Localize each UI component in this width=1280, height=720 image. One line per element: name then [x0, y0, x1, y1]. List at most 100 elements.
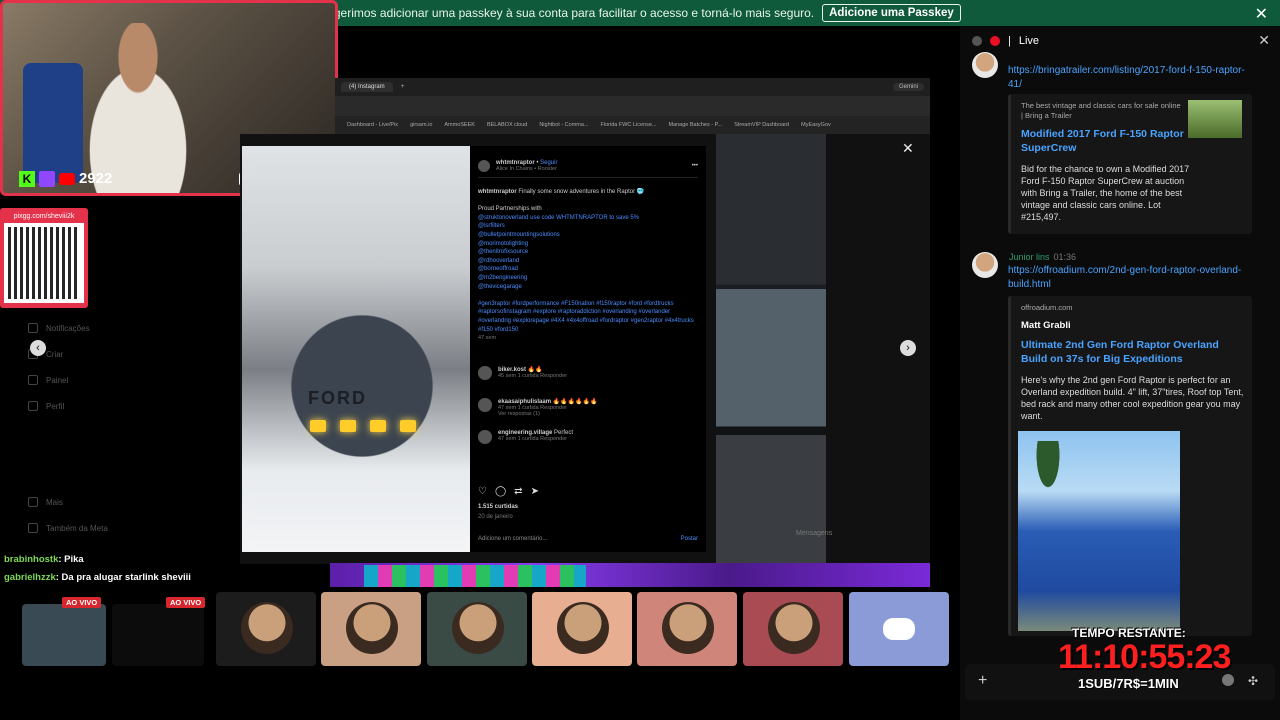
- embed-title[interactable]: Ultimate 2nd Gen Ford Raptor Overland Bu…: [1021, 338, 1247, 366]
- live-badge: AO VIVO: [166, 597, 206, 608]
- embed-image[interactable]: [1018, 431, 1180, 631]
- share-icon[interactable]: ➤: [531, 486, 539, 497]
- message-link[interactable]: https://bringatrailer.com/listing/2017-f…: [1008, 64, 1258, 92]
- bookmark[interactable]: StreamVIP Dashboard: [734, 122, 789, 128]
- comment: ekaasaiphulislaam 🔥🔥🔥🔥🔥🔥 47 sem 1 curtida…: [478, 398, 698, 424]
- post-panel: whtmtnraptor • Seguir Alice In Chains • …: [470, 146, 706, 552]
- chart-icon: [28, 375, 38, 385]
- screenshare-tile[interactable]: [22, 604, 106, 666]
- participant-tile[interactable]: [216, 592, 316, 666]
- partner-line[interactable]: @struktonoverland use code WHTMTNRAPTOR …: [478, 214, 698, 223]
- prev-arrow-icon[interactable]: ‹: [30, 340, 46, 356]
- participant-avatar: [662, 602, 714, 654]
- nav-more[interactable]: Mais: [28, 489, 168, 515]
- embed-thumbnail[interactable]: [1188, 100, 1242, 138]
- partner-line[interactable]: @thenitrofixsource: [478, 248, 698, 257]
- youtube-icon: [59, 172, 75, 185]
- nav-profile[interactable]: Perfil: [28, 393, 168, 419]
- avatar[interactable]: [972, 52, 998, 78]
- like-icon[interactable]: ♡: [478, 486, 487, 497]
- embed-title[interactable]: Modified 2017 Ford F-150 Raptor SuperCre…: [1021, 127, 1191, 155]
- truck-image: [272, 296, 452, 476]
- tab-instagram[interactable]: (4) Instagram: [341, 82, 393, 92]
- partner-line[interactable]: @m2bengineering: [478, 274, 698, 283]
- close-icon[interactable]: ✕: [1258, 32, 1270, 49]
- avatar[interactable]: [478, 430, 492, 444]
- avatar[interactable]: [478, 366, 492, 380]
- avatar[interactable]: [972, 252, 998, 278]
- post-photo[interactable]: FORD: [242, 146, 470, 552]
- participant-tile[interactable]: [532, 592, 632, 666]
- profile-icon: [28, 401, 38, 411]
- post-username[interactable]: whtmtnraptor: [496, 160, 535, 166]
- participant-tile[interactable]: [427, 592, 527, 666]
- participant-tile[interactable]: [637, 592, 737, 666]
- next-arrow-icon[interactable]: ›: [900, 340, 916, 356]
- participant-tile[interactable]: [321, 592, 421, 666]
- timer-rate: 1SUB/7R$=1MIN: [1078, 676, 1179, 691]
- instagram-sidenav: Notificações Criar Painel Perfil Mais Ta…: [28, 315, 168, 555]
- bookmark[interactable]: AmmoSEEK: [444, 122, 475, 128]
- close-icon[interactable]: ✕: [1255, 4, 1268, 24]
- comment: biker.kost 🔥🔥 45 sem 1 curtida Responder: [478, 366, 698, 392]
- comment-input[interactable]: Adicione um comentário...: [478, 536, 547, 542]
- qr-url: pixgg.com/sheviii2k: [13, 213, 75, 220]
- audio-label[interactable]: Alice In Chains • Rooster: [496, 166, 557, 172]
- live-dot-icon: [990, 36, 1000, 46]
- chat-line: brabinhostk: Pika: [4, 554, 84, 565]
- panel-header: | Live ✕: [960, 26, 1280, 56]
- streamer-figure: [63, 23, 213, 193]
- close-icon[interactable]: ✕: [902, 140, 914, 157]
- gemini-button[interactable]: Gemini: [892, 83, 924, 91]
- partner-line[interactable]: @rdhooverland: [478, 257, 698, 266]
- discord-icon: [883, 618, 915, 640]
- messages-button[interactable]: Mensagens: [796, 530, 832, 537]
- avatar[interactable]: [478, 159, 490, 172]
- apps-icon[interactable]: ✣: [1248, 674, 1258, 688]
- truck-grille: FORD: [308, 388, 367, 408]
- caption-age: 47 sem: [478, 335, 497, 342]
- post-comment-button[interactable]: Postar: [681, 536, 698, 542]
- view-replies[interactable]: Ver respostas (1): [498, 411, 598, 417]
- nav-create[interactable]: Criar: [28, 341, 168, 367]
- discord-tile[interactable]: [849, 592, 949, 666]
- bookmark[interactable]: Manage Batches - P...: [668, 122, 722, 128]
- partner-line[interactable]: @thevicegarage: [478, 283, 698, 292]
- comment-icon[interactable]: ◯: [495, 486, 506, 497]
- message-author: Junior lins 01:36: [1009, 252, 1077, 262]
- partner-line[interactable]: @borneoffroad: [478, 265, 698, 274]
- nav-meta[interactable]: Também da Meta: [28, 515, 168, 541]
- embed-provider: The best vintage and classic cars for sa…: [1021, 101, 1181, 120]
- alert-strip: [330, 563, 930, 587]
- plus-icon[interactable]: +: [978, 672, 987, 690]
- address-bar[interactable]: [335, 96, 930, 116]
- partner-line[interactable]: @lsrfilters: [478, 222, 698, 231]
- new-tab-icon[interactable]: +: [401, 84, 405, 90]
- hashtags[interactable]: #gen3raptor #fordperformance #F150nation…: [478, 300, 698, 334]
- screenshare-tile[interactable]: [112, 604, 204, 666]
- add-passkey-button[interactable]: Adicione uma Passkey: [822, 4, 961, 22]
- message-link[interactable]: https://offroadium.com/2nd-gen-ford-rapt…: [1008, 264, 1248, 292]
- participant-tile[interactable]: [743, 592, 843, 666]
- repost-icon[interactable]: ⇄: [514, 486, 522, 497]
- bookmark[interactable]: Nightbot - Comma...: [539, 122, 588, 128]
- bookmark[interactable]: Dashboard - Live/Pix: [347, 122, 398, 128]
- post-actions: ♡ ◯ ⇄ ➤: [478, 486, 539, 497]
- live-badge: AO VIVO: [62, 597, 102, 608]
- nav-dashboard[interactable]: Painel: [28, 367, 168, 393]
- comment: engineering.village Perfect 47 sem 1 curt…: [478, 430, 698, 456]
- bookmark[interactable]: MyEasyGov: [801, 122, 831, 128]
- bookmark[interactable]: girsam.io: [410, 122, 432, 128]
- follow-button[interactable]: Seguir: [540, 160, 557, 166]
- bookmarks-bar: Dashboard - Live/Pix girsam.io AmmoSEEK …: [335, 116, 930, 134]
- more-icon[interactable]: •••: [692, 163, 698, 169]
- browser-tabbar: (4) Instagram + Gemini: [335, 78, 930, 96]
- bookmark[interactable]: Florida FWC License...: [601, 122, 657, 128]
- partner-line[interactable]: @bulletpointmountingsolutions: [478, 231, 698, 240]
- post-caption: whtmtnraptor Finally some snow adventure…: [478, 188, 698, 360]
- viewer-count: 2922: [79, 170, 113, 187]
- partner-line[interactable]: @morimotolighting: [478, 240, 698, 249]
- avatar[interactable]: [478, 398, 492, 412]
- nav-notifications[interactable]: Notificações: [28, 315, 168, 341]
- bookmark[interactable]: BELABOX cloud: [487, 122, 527, 128]
